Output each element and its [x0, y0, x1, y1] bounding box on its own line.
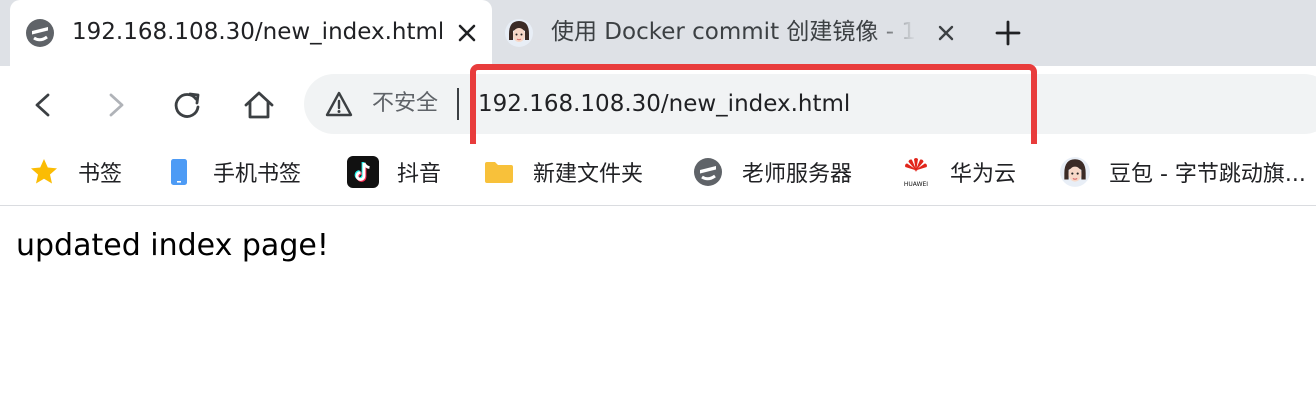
tab-active[interactable]: 192.168.108.30/new_index.html [10, 0, 492, 66]
bookmark-item[interactable]: 抖音 [347, 154, 441, 190]
huawei-icon: HUAWEI [904, 158, 928, 188]
bookmark-item[interactable]: 新建文件夹 [483, 154, 643, 190]
bookmark-item[interactable]: HUAWEI 华为云 [900, 154, 1016, 190]
url-highlight-box [470, 64, 1037, 154]
new-tab-icon[interactable] [992, 17, 1024, 49]
tab-inactive[interactable]: 使用 Docker commit 创建镜像 - 1 [496, 0, 970, 66]
divider [457, 88, 459, 120]
home-icon[interactable] [240, 86, 278, 124]
svg-text:HUAWEI: HUAWEI [904, 181, 928, 188]
tab-title: 192.168.108.30/new_index.html [72, 19, 442, 45]
page-body-text: updated index page! [16, 228, 329, 263]
bookmark-item[interactable]: 老师服务器 [692, 154, 852, 190]
bookmark-item[interactable]: 书签 [28, 154, 122, 190]
bookmarks-bar: 书签 手机书签 抖音 新建文件夹 老师服务器 HUAWEI 华为云 豆包 - 字… [0, 144, 1316, 206]
tab-strip: 192.168.108.30/new_index.html 使用 Docker … [0, 0, 1316, 66]
forward-icon[interactable] [97, 86, 135, 124]
e-logo-icon [694, 158, 722, 186]
close-tab-icon[interactable] [453, 19, 481, 47]
folder-icon [485, 162, 513, 183]
reload-icon[interactable] [168, 86, 206, 124]
warning-icon[interactable] [324, 89, 354, 119]
avatar-icon [1060, 157, 1090, 187]
tiktok-icon [347, 156, 379, 188]
phone-icon [171, 159, 187, 185]
back-icon[interactable] [24, 86, 62, 124]
tab-title: 使用 Docker commit 创建镜像 - 1 [551, 19, 916, 45]
star-icon [31, 159, 57, 184]
security-status[interactable]: 不安全 [372, 89, 438, 119]
bookmark-item[interactable]: 豆包 - 字节跳动旗... [1059, 154, 1306, 190]
avatar-icon [505, 19, 533, 47]
bookmark-item[interactable]: 手机书签 [163, 154, 301, 190]
close-tab-icon[interactable] [932, 19, 960, 47]
e-logo-icon [26, 19, 54, 47]
